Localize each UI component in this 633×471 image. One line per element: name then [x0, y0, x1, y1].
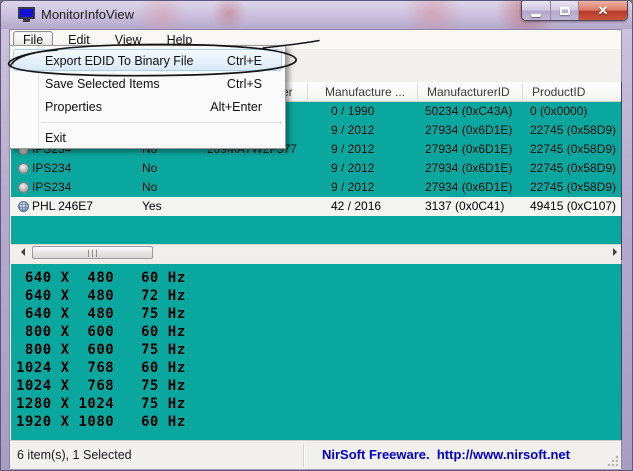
close-icon: ✕: [598, 1, 609, 21]
globe-icon: [18, 201, 29, 212]
column-header-product-id[interactable]: ProductID: [532, 85, 585, 99]
cell-product-id: 22745 (0x58D9): [530, 140, 616, 159]
monitor-icon-stand: [23, 19, 30, 22]
cell-manufacturer-id: 3137 (0x0C41): [425, 197, 504, 216]
status-bar: 6 item(s), 1 Selected NirSoft Freeware. …: [10, 440, 621, 469]
menu-item-shortcut: Ctrl+S: [227, 73, 262, 95]
horizontal-scrollbar[interactable]: [11, 244, 621, 260]
column-header-manufacturer-id[interactable]: ManufacturerID: [427, 85, 510, 99]
cell-product-id: 22745 (0x58D9): [530, 178, 616, 197]
cell-monitor-name: IPS234: [32, 159, 71, 178]
menu-item-export-edid[interactable]: Export EDID To Binary File Ctrl+E: [13, 49, 282, 71]
menu-item-shortcut: Ctrl+E: [227, 50, 262, 72]
table-row[interactable]: IPS234 No 9 / 2012 27934 (0x6D1E) 22745 …: [11, 159, 621, 178]
table-row[interactable]: IPS234 No 9 / 2012 27934 (0x6D1E) 22745 …: [11, 178, 621, 197]
menu-item-label: Properties: [45, 96, 102, 118]
menu-item-label: Exit: [45, 127, 66, 149]
cell-manufacture-date: 0 / 1990: [331, 102, 374, 121]
cell-manufacture-date: 42 / 2016: [331, 197, 381, 216]
menu-item-exit[interactable]: Exit: [13, 126, 282, 148]
cell-active: No: [142, 178, 157, 197]
sphere-icon: [18, 182, 29, 193]
window-frame-bottom: [1, 466, 632, 470]
menu-item-save-selected[interactable]: Save Selected Items Ctrl+S: [13, 72, 282, 94]
cell-product-id: 22745 (0x58D9): [530, 159, 616, 178]
scrollbar-thumb[interactable]: [32, 246, 153, 259]
cell-manufacturer-id: 50234 (0xC43A): [425, 102, 512, 121]
status-item-count: 6 item(s), 1 Selected: [17, 448, 132, 462]
cell-manufacturer-id: 27934 (0x6D1E): [425, 178, 512, 197]
resolution-line: 640 X 480 60 Hz: [16, 269, 621, 287]
cell-product-id: 22745 (0x58D9): [530, 121, 616, 140]
nirsoft-link[interactable]: NirSoft Freeware. http://www.nirsoft.net: [322, 447, 570, 462]
column-header-manufacture-date[interactable]: Manufacture ...: [325, 85, 405, 99]
cell-active: Yes: [142, 197, 162, 216]
cell-manufacture-date: 9 / 2012: [331, 178, 374, 197]
cell-product-id: 49415 (0xC107): [530, 197, 616, 216]
resolution-line: 640 X 480 72 Hz: [16, 287, 621, 305]
maximize-icon: [560, 7, 570, 15]
cell-product-id: 0 (0x0000): [530, 102, 587, 121]
title-bar[interactable]: MonitorInfoView ✕: [1, 1, 633, 29]
cell-monitor-name: IPS234: [32, 178, 71, 197]
table-row-selected[interactable]: PHL 246E7 Yes 42 / 2016 3137 (0x0C41) 49…: [11, 197, 621, 216]
menu-item-shortcut: Alt+Enter: [210, 96, 262, 118]
menu-item-label: Export EDID To Binary File: [45, 50, 193, 72]
resolution-line: 800 X 600 75 Hz: [16, 341, 621, 359]
cell-monitor-name: PHL 246E7: [32, 197, 93, 216]
cell-active: No: [142, 159, 157, 178]
header-separator: [522, 84, 523, 100]
caption-button-group: ✕: [521, 1, 628, 21]
cell-manufacturer-id: 27934 (0x6D1E): [425, 159, 512, 178]
monitor-icon: [18, 7, 35, 22]
resolution-line: 1024 X 768 60 Hz: [16, 359, 621, 377]
cell-manufacture-date: 9 / 2012: [331, 159, 374, 178]
menu-separator: [41, 122, 282, 123]
file-menu-popup: Export EDID To Binary File Ctrl+E Save S…: [9, 45, 286, 149]
status-divider: [303, 444, 304, 467]
app-window: MonitorInfoView ✕ File Edit View Help er…: [0, 0, 633, 471]
cell-manufacturer-id: 27934 (0x6D1E): [425, 140, 512, 159]
minimize-icon: [531, 14, 541, 17]
cell-manufacture-date: 9 / 2012: [331, 121, 374, 140]
maximize-button[interactable]: [551, 1, 579, 21]
scrollbar-grip-icon: [88, 250, 98, 257]
resolution-pane[interactable]: 640 X 480 60 Hz 640 X 480 72 Hz 640 X 48…: [11, 264, 622, 440]
resolution-line: 640 X 480 75 Hz: [16, 305, 621, 323]
monitor-icon-screen: [18, 7, 35, 19]
resolution-line: 800 X 600 60 Hz: [16, 323, 621, 341]
arrow-right-icon[interactable]: [613, 248, 617, 256]
arrow-left-icon[interactable]: [21, 248, 25, 256]
sphere-icon: [18, 163, 29, 174]
resolution-line: 1280 X 1024 75 Hz: [16, 395, 621, 413]
header-separator: [307, 84, 308, 100]
resolution-line: 1920 X 1080 60 Hz: [16, 413, 621, 431]
window-title: MonitorInfoView: [41, 7, 134, 22]
close-button[interactable]: ✕: [579, 1, 627, 21]
menu-item-label: Save Selected Items: [45, 73, 160, 95]
cell-manufacture-date: 9 / 2012: [331, 140, 374, 159]
menu-item-properties[interactable]: Properties Alt+Enter: [13, 95, 282, 117]
resolution-line: 1024 X 768 75 Hz: [16, 377, 621, 395]
minimize-button[interactable]: [522, 1, 551, 21]
cell-manufacturer-id: 27934 (0x6D1E): [425, 121, 512, 140]
header-separator: [417, 84, 418, 100]
